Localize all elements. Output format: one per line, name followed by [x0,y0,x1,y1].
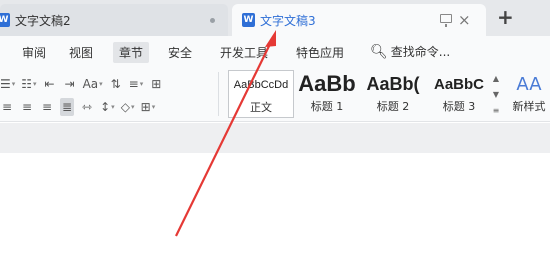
wps-writer-window: W 文字文稿2 W 文字文稿3 × + 审阅 视图 章节 安全 开发工具 特色应… [0,0,550,277]
monitor-icon[interactable] [440,14,452,27]
indent-increase-icon[interactable]: ⇥ [63,75,77,93]
tab-title: 文字文稿3 [260,13,316,28]
paragraph-spacing-icon[interactable]: ↕ [100,98,115,116]
style-sample: AaBbC [433,75,484,93]
align-justify-icon[interactable]: ≣ [60,98,75,116]
new-style-icon: AA [516,74,542,95]
style-label: 标题 1 [310,100,344,113]
distribute-icon[interactable]: ⇿ [80,98,94,116]
paragraph-tools-row-1: ☰ ☷ ⇤ ⇥ Aa ⇅ ≡ ⊞ [0,74,163,94]
list-bullets-icon[interactable]: ☰ [0,75,15,93]
menu-review[interactable]: 审阅 [22,44,46,61]
menu-chapter[interactable]: 章节 [113,42,150,63]
paragraph-tools-row-2: ≡ ≡ ≡ ≣ ⇿ ↕ ◇ ⊞ [0,97,155,117]
menu-view[interactable]: 视图 [69,44,93,61]
search-icon: 🔍︎ [370,43,388,60]
ribbon-toolbar: ☰ ☷ ⇤ ⇥ Aa ⇅ ≡ ⊞ ≡ ≡ ≡ ≣ ⇿ ↕ ◇ ⊞ AaBbCcD… [0,66,550,122]
align-left-icon[interactable]: ≡ [0,98,14,116]
list-numbers-icon[interactable]: ☷ [21,75,36,93]
chevron-down-icon[interactable]: ▼ [493,90,499,99]
border-icon[interactable]: ⊞ [141,98,156,116]
style-heading-2[interactable]: AaBb( 标题 2 [360,70,426,118]
chevron-up-icon[interactable]: ▲ [493,74,499,83]
style-label: 标题 2 [376,100,410,113]
menu-security[interactable]: 安全 [168,44,192,61]
menu-developer-tools[interactable]: 开发工具 [220,44,268,61]
style-sample: AaBbCcDd [233,79,289,91]
align-right-icon[interactable]: ≡ [40,98,54,116]
tab-document-2[interactable]: W 文字文稿2 [0,4,228,36]
indent-decrease-icon[interactable]: ⇤ [43,75,57,93]
font-size-icon[interactable]: Aa [83,75,103,93]
style-label: 正文 [250,101,272,114]
new-style-label: 新样式 [512,100,546,113]
new-tab-plus-icon[interactable]: + [497,5,514,29]
tab-bar: W 文字文稿2 W 文字文稿3 × + [0,0,550,36]
table-insert-icon[interactable]: ⊞ [149,75,163,93]
style-heading-3[interactable]: AaBbC 标题 3 [426,70,492,118]
expand-icon[interactable]: ≡ [493,106,500,115]
toolbar-divider [218,72,219,116]
menu-special-apps[interactable]: 特色应用 [296,44,344,61]
unsaved-dot-icon [210,18,215,23]
tab-document-3[interactable]: W 文字文稿3 × [232,4,486,36]
line-spacing-icon[interactable]: ≡ [129,75,144,93]
close-icon[interactable]: × [458,11,471,29]
writer-doc-icon: W [0,13,10,27]
style-sample: AaBb( [366,73,420,94]
sort-icon[interactable]: ⇅ [109,75,123,93]
document-background [0,123,550,153]
style-gallery-scroller[interactable]: ▲ ▼ ≡ [490,70,502,118]
writer-doc-icon: W [242,13,255,27]
style-heading-1[interactable]: AaBb 标题 1 [294,70,360,118]
style-label: 标题 3 [442,100,476,113]
style-gallery: AaBbCcDd 正文 AaBb 标题 1 AaBb( 标题 2 AaBbC 标… [228,70,502,118]
new-style-button[interactable]: AA 新样式 [508,70,550,114]
style-normal[interactable]: AaBbCcDd 正文 [228,70,294,118]
shading-icon[interactable]: ◇ [121,98,135,116]
command-search[interactable]: 🔍︎ 查找命令... [370,43,450,60]
style-sample: AaBb [298,71,356,96]
search-label: 查找命令... [390,45,451,59]
document-page[interactable] [0,153,550,277]
menu-bar: 审阅 视图 章节 安全 开发工具 特色应用 🔍︎ 查找命令... [0,36,550,66]
tab-title: 文字文稿2 [15,13,71,28]
align-center-icon[interactable]: ≡ [20,98,34,116]
